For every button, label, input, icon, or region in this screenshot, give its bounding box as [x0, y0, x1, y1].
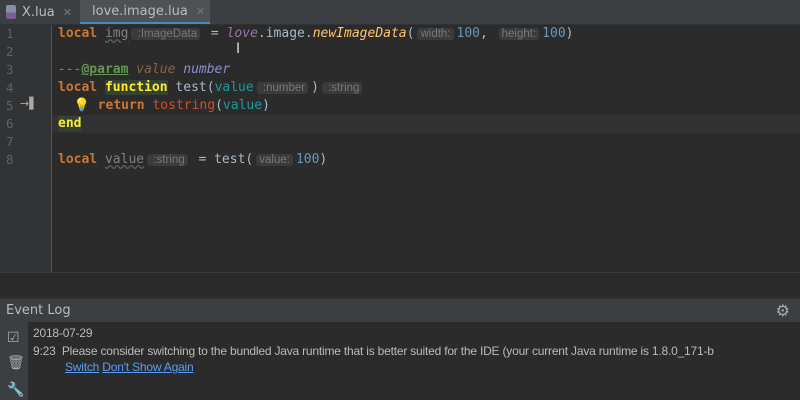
lua-file-icon [6, 5, 16, 19]
code-token: ) [319, 152, 328, 167]
code-token: return [97, 98, 145, 113]
code-line[interactable]: ---@param value number [58, 61, 230, 79]
splitter[interactable] [0, 272, 800, 298]
code-token: ( [406, 26, 415, 41]
code-token: number [175, 62, 231, 77]
inlay-hint: value: [256, 154, 293, 166]
dont-show-again-link[interactable]: Don't Show Again [102, 360, 193, 374]
code-line[interactable]: local function test(value :number) :stri… [58, 79, 365, 97]
line-number: 2 [6, 44, 14, 59]
tab-x-lua[interactable]: X.lua ✕ [0, 0, 78, 24]
inlay-hint: width: [417, 28, 454, 40]
code-token: --- [58, 62, 82, 77]
event-log-toolbar: ☑ 🗑 🔧 [0, 322, 28, 400]
code-token: = test( [190, 152, 254, 167]
trash-icon[interactable]: 🗑 [7, 355, 25, 371]
log-date: 2018-07-29 [33, 326, 93, 340]
code-token: function [104, 80, 168, 95]
code-token: ) [262, 98, 270, 113]
log-entry: 9:23 Please consider switching to the bu… [33, 344, 714, 358]
inlay-hint: :ImageData [131, 28, 201, 40]
code-token: value [128, 62, 176, 77]
close-icon[interactable]: ✕ [63, 6, 72, 19]
inlay-hint: :string [321, 82, 363, 94]
code-token: local [58, 26, 98, 41]
code-token: value [214, 80, 254, 95]
inlay-hint: :string [147, 154, 188, 166]
log-message: Please consider switching to the bundled… [61, 344, 714, 358]
line-number: 1 [6, 26, 14, 41]
code-token: local [58, 80, 98, 95]
mark-read-icon[interactable]: ☑ [7, 330, 20, 346]
code-token: .image. [257, 26, 313, 41]
event-log-header: Event Log ⚙ [0, 298, 800, 322]
code-line[interactable]: end [58, 115, 82, 133]
code-line[interactable]: local img :ImageData = love.image.newIma… [58, 25, 573, 43]
code-token: , [479, 26, 496, 41]
log-time: 9:23 [33, 344, 56, 358]
code-token: value [104, 152, 145, 167]
code-token: ( [215, 98, 223, 113]
tab-love-image-lua[interactable]: love.image.lua ✕ [80, 0, 210, 24]
code-token: 100 [295, 152, 320, 167]
event-log-title: Event Log [6, 303, 71, 318]
log-actions: Switch Don't Show Again [65, 360, 194, 374]
code-token: love [226, 26, 258, 41]
line-number: 6 [6, 116, 14, 131]
code-token: 100 [542, 26, 566, 41]
code-token: @param [81, 62, 129, 77]
code-line[interactable]: local value :string = test(value: 100) [58, 151, 327, 169]
code-token: local [58, 152, 98, 167]
line-number: 7 [6, 134, 14, 149]
code-token: tostring [152, 98, 216, 113]
text-cursor-icon: I [236, 41, 241, 57]
line-number: 8 [6, 152, 14, 167]
step-marker-icon: →▌ [20, 97, 38, 110]
code-token: value [222, 98, 263, 113]
gear-icon[interactable]: ⚙ [776, 301, 790, 320]
code-token: img [104, 26, 129, 41]
editor-tabs: X.lua ✕ love.image.lua ✕ [0, 0, 800, 25]
wrench-icon[interactable]: 🔧 [7, 382, 24, 398]
close-icon[interactable]: ✕ [196, 5, 205, 18]
line-number: 5 [6, 98, 14, 113]
switch-link[interactable]: Switch [65, 360, 99, 374]
line-number: 3 [6, 62, 14, 77]
code-token: 💡 [58, 98, 98, 113]
code-editor[interactable]: 1 local img :ImageData = love.image.newIm… [0, 25, 800, 272]
event-log-body: ☑ 🗑 🔧 2018-07-29 9:23 Please consider sw… [0, 322, 800, 400]
code-token: ) [565, 26, 574, 41]
inlay-hint: :number [256, 82, 309, 94]
code-token: newImageData [312, 26, 407, 41]
code-token: ) [311, 80, 319, 95]
code-token: 100 [456, 26, 480, 41]
line-number: 4 [6, 80, 14, 95]
inlay-hint: height: [498, 28, 540, 40]
code-token: end [58, 116, 82, 131]
code-token: test( [167, 80, 215, 95]
code-token: = [203, 26, 227, 41]
code-line[interactable]: 💡 return tostring(value) [58, 97, 270, 115]
current-line-highlight [52, 115, 800, 133]
